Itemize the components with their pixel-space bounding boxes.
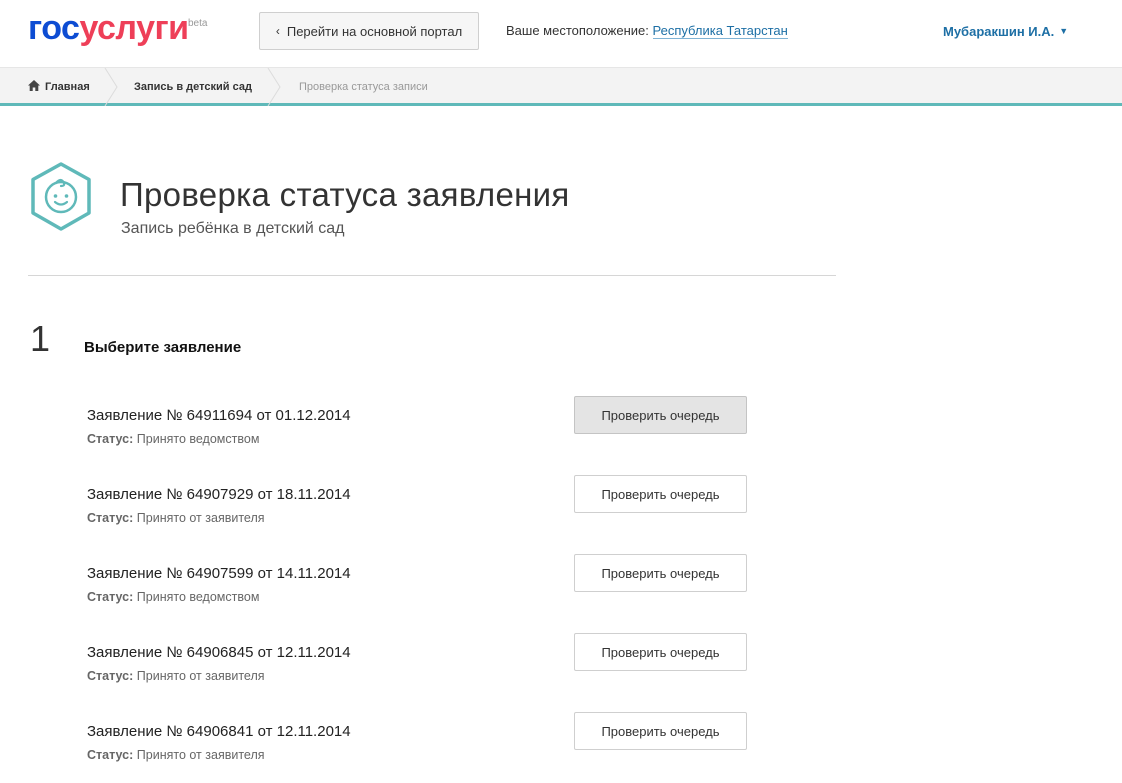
- main-portal-button[interactable]: ‹ Перейти на основной портал: [259, 12, 479, 50]
- check-queue-button-label: Проверить очередь: [601, 723, 720, 739]
- user-menu[interactable]: Мубаракшин И.А. ▼: [943, 24, 1068, 39]
- status-value: Принято от заявителя: [136, 511, 265, 525]
- application-item: Заявление № 64907929 от 18.11.2014 Стату…: [0, 475, 1122, 546]
- breadcrumb: Главная Запись в детский сад Проверка ст…: [0, 68, 1122, 106]
- location-label: Ваше местоположение:: [506, 23, 649, 38]
- breadcrumb-separator: [104, 68, 118, 106]
- check-queue-button-label: Проверить очередь: [601, 407, 720, 423]
- status-value: Принято от заявителя: [136, 748, 265, 762]
- status-label: Статус:: [87, 590, 134, 604]
- application-item: Заявление № 64907599 от 14.11.2014 Стату…: [0, 554, 1122, 625]
- application-item: Заявление № 64911694 от 01.12.2014 Стату…: [0, 396, 1122, 467]
- application-item: Заявление № 64906845 от 12.11.2014 Стату…: [0, 633, 1122, 704]
- check-queue-button[interactable]: Проверить очередь: [574, 396, 747, 434]
- status-value: Принято ведомством: [136, 590, 260, 604]
- divider: [28, 275, 836, 276]
- top-header: госуслуги beta ‹ Перейти на основной пор…: [0, 0, 1122, 68]
- breadcrumb-kindergarten-label: Запись в детский сад: [134, 81, 252, 93]
- application-status: Статус: Принято от заявителя: [87, 669, 265, 683]
- application-title: Заявление № 64907599 от 14.11.2014: [87, 565, 351, 582]
- main-portal-button-label: Перейти на основной портал: [286, 23, 463, 39]
- application-item: Заявление № 64906841 от 12.11.2014 Стату…: [0, 712, 1122, 783]
- page-title: Проверка статуса заявления: [120, 176, 570, 213]
- breadcrumb-home-label: Главная: [45, 81, 90, 93]
- step-label: Выберите заявление: [84, 339, 242, 356]
- check-queue-button-label: Проверить очередь: [601, 486, 720, 502]
- logo-part-gos: гос: [28, 9, 80, 47]
- logo-part-uslugi: услуги: [79, 9, 189, 47]
- chevron-left-icon: ‹: [275, 24, 280, 38]
- breadcrumb-current-label: Проверка статуса записи: [299, 81, 428, 93]
- application-status: Статус: Принято от заявителя: [87, 748, 265, 762]
- status-value: Принято ведомством: [136, 432, 260, 446]
- baby-face-icon: [28, 161, 94, 233]
- application-title: Заявление № 64907929 от 18.11.2014: [87, 486, 351, 503]
- status-label: Статус:: [87, 669, 134, 683]
- beta-label: beta: [188, 18, 208, 29]
- application-title: Заявление № 64906845 от 12.11.2014: [87, 644, 351, 661]
- caret-down-icon: ▼: [1059, 26, 1069, 36]
- check-queue-button-label: Проверить очередь: [601, 565, 720, 581]
- status-label: Статус:: [87, 432, 134, 446]
- user-name: Мубаракшин И.А.: [943, 24, 1055, 39]
- step-number: 1: [30, 318, 51, 359]
- application-status: Статус: Принято ведомством: [87, 432, 259, 446]
- breadcrumb-separator: [267, 68, 281, 106]
- application-status: Статус: Принято от заявителя: [87, 511, 265, 525]
- check-queue-button[interactable]: Проверить очередь: [574, 633, 747, 671]
- breadcrumb-home[interactable]: Главная: [28, 68, 90, 106]
- breadcrumb-current: Проверка статуса записи: [299, 68, 428, 106]
- application-title: Заявление № 64911694 от 01.12.2014: [87, 407, 351, 424]
- check-queue-button[interactable]: Проверить очередь: [574, 554, 747, 592]
- status-label: Статус:: [87, 748, 134, 762]
- location: Ваше местоположение: Республика Татарста…: [506, 23, 788, 39]
- location-link[interactable]: Республика Татарстан: [652, 23, 788, 39]
- check-queue-button[interactable]: Проверить очередь: [574, 712, 747, 750]
- check-queue-button-label: Проверить очередь: [601, 644, 720, 660]
- house-icon: [28, 80, 40, 94]
- breadcrumb-kindergarten[interactable]: Запись в детский сад: [134, 68, 252, 106]
- application-title: Заявление № 64906841 от 12.11.2014: [87, 723, 351, 740]
- check-queue-button[interactable]: Проверить очередь: [574, 475, 747, 513]
- gosuslugi-logo[interactable]: госуслуги beta: [28, 8, 207, 48]
- page-subtitle: Запись ребёнка в детский сад: [121, 220, 345, 237]
- status-label: Статус:: [87, 511, 134, 525]
- status-value: Принято от заявителя: [136, 669, 265, 683]
- application-status: Статус: Принято ведомством: [87, 590, 259, 604]
